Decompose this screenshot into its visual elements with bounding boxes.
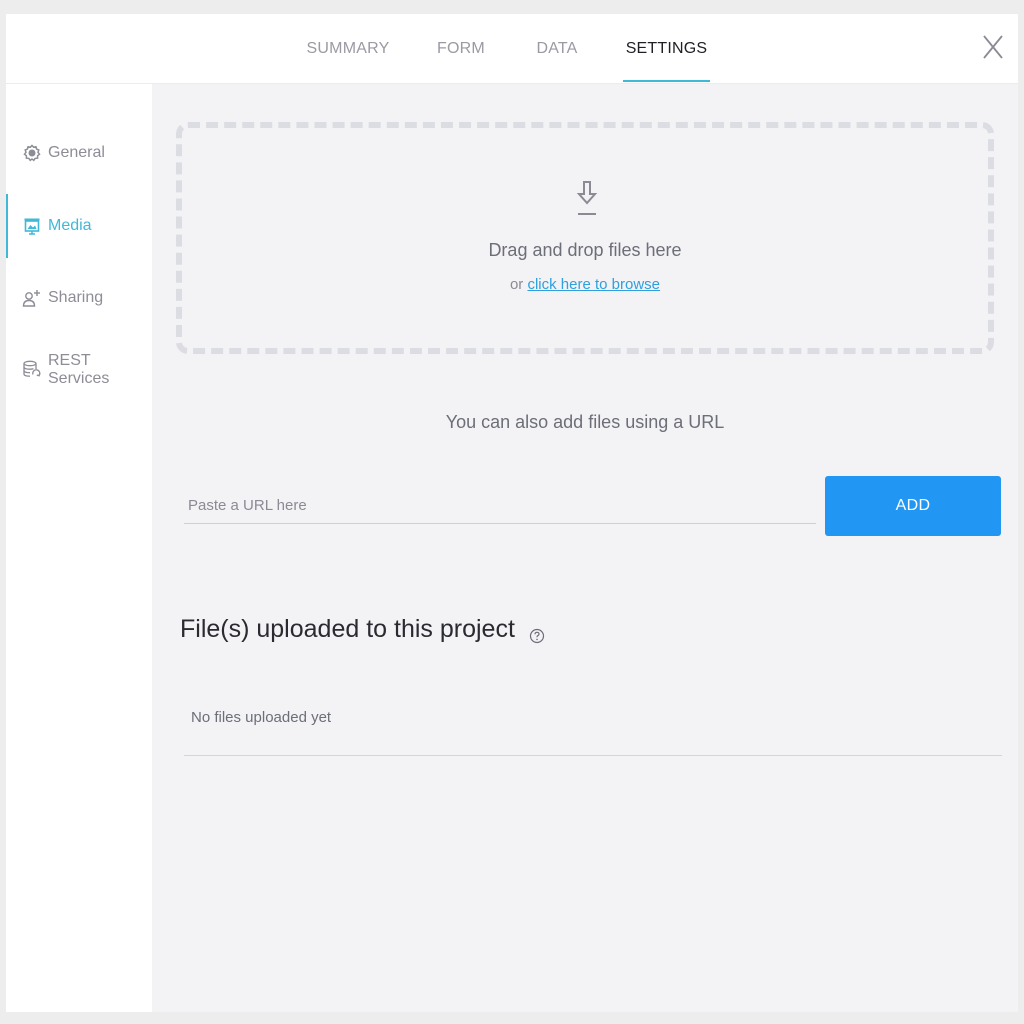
files-section-title-text: File(s) uploaded to this project [180,615,515,643]
dropzone-subtitle: or click here to browse [182,276,988,293]
sidebar-item-rest-services[interactable]: REST Services [6,334,152,406]
sidebar: General Media Sharing REST Services [6,84,152,1012]
tab-form[interactable]: FORM [430,14,492,84]
file-dropzone[interactable]: Drag and drop files here or click here t… [176,122,994,354]
dropzone-or-text: or [509,276,524,293]
sidebar-item-label: General [48,144,105,161]
tab-summary[interactable]: SUMMARY [296,14,400,84]
help-icon[interactable] [529,622,545,643]
add-url-button[interactable]: ADD [825,476,1001,536]
sidebar-item-label: Media [48,217,92,234]
gear-icon [21,142,43,164]
close-icon[interactable] [980,32,1006,62]
tab-data[interactable]: DATA [524,14,590,84]
sidebar-item-general[interactable]: General [6,117,152,189]
dropzone-title: Drag and drop files here [488,240,682,260]
media-settings-panel: Drag and drop files here or click here t… [152,84,1018,1012]
url-hint-text: You can also add files using a URL [445,412,725,432]
settings-modal: SUMMARY FORM DATA SETTINGS General Media… [6,14,1018,1012]
download-icon [574,180,600,220]
tab-settings[interactable]: SETTINGS [623,14,710,84]
header-tabs-bar: SUMMARY FORM DATA SETTINGS [6,14,1018,84]
sidebar-item-label: Sharing [48,289,104,306]
media-icon [21,215,43,237]
divider [184,755,1002,756]
sidebar-item-media[interactable]: Media [6,190,152,262]
add-user-icon [21,287,43,309]
files-section-title: File(s) uploaded to this project [180,615,545,644]
empty-files-message: No files uploaded yet [191,709,332,726]
sidebar-item-sharing[interactable]: Sharing [6,262,152,334]
sidebar-item-label: REST Services [48,352,110,387]
database-sync-icon [21,359,43,381]
browse-link[interactable]: click here to browse [527,276,660,293]
url-input[interactable] [184,476,816,524]
